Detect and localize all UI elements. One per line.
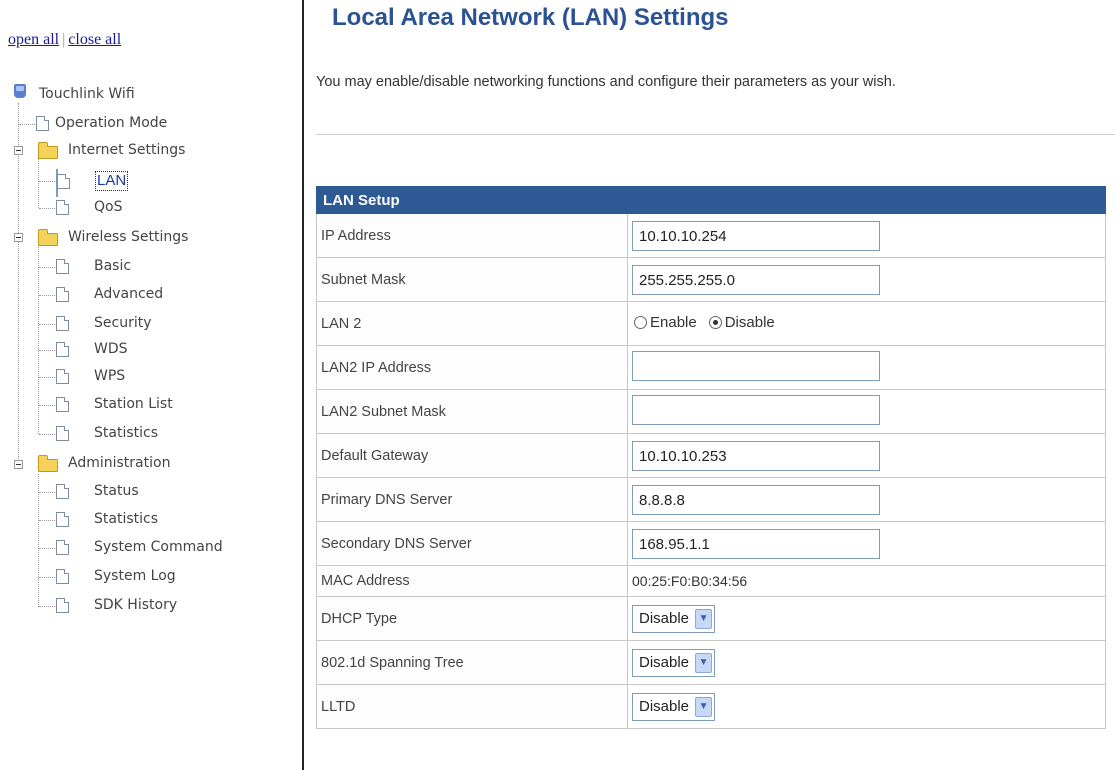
page-title: Local Area Network (LAN) Settings xyxy=(332,4,729,31)
page-icon xyxy=(56,287,69,302)
tree-line xyxy=(39,434,55,435)
lan2-radio-group: Enable Disable xyxy=(632,314,775,331)
tree-line xyxy=(38,474,39,607)
chevron-down-icon[interactable]: ▼ xyxy=(695,608,713,629)
page-icon xyxy=(56,484,69,499)
row-label: LAN2 IP Address xyxy=(316,345,628,390)
tree-line xyxy=(39,208,55,209)
table-row: LAN2 Subnet Mask xyxy=(316,389,1106,434)
row-label: DHCP Type xyxy=(316,596,628,641)
lan2-disable-radio[interactable] xyxy=(708,316,722,329)
mac-address-value: 00:25:F0:B0:34:56 xyxy=(632,572,748,589)
tree-line xyxy=(18,103,19,463)
tree-line xyxy=(39,405,55,406)
tree-line xyxy=(19,124,35,125)
row-label: Secondary DNS Server xyxy=(316,521,628,566)
tree-line xyxy=(39,577,55,578)
tree-separator: | xyxy=(62,31,66,48)
collapse-icon[interactable] xyxy=(14,460,23,469)
table-row: MAC Address 00:25:F0:B0:34:56 xyxy=(316,565,1106,597)
table-row: Primary DNS Server 8.8.8.8 xyxy=(316,477,1106,522)
row-label: LAN2 Subnet Mask xyxy=(316,389,628,434)
tree-line xyxy=(38,158,39,208)
tree-controls: open all | close all xyxy=(8,31,121,49)
default-gateway-input[interactable]: 10.10.10.253 xyxy=(632,440,880,471)
table-row: LAN 2 Enable Disable xyxy=(316,301,1106,346)
page-description: You may enable/disable networking functi… xyxy=(316,74,896,90)
table-row: LAN2 IP Address xyxy=(316,345,1106,390)
close-all-link[interactable]: close all xyxy=(68,31,121,48)
row-label: LAN 2 xyxy=(316,301,628,346)
lan-setup-table: LAN Setup IP Address 10.10.10.254 Subnet… xyxy=(316,186,1106,729)
secondary-dns-input[interactable]: 168.95.1.1 xyxy=(632,528,880,559)
chevron-down-icon[interactable]: ▼ xyxy=(695,652,713,673)
primary-dns-input[interactable]: 8.8.8.8 xyxy=(632,484,880,515)
dhcp-type-select[interactable]: Disable ▼ xyxy=(632,604,716,633)
row-label: Primary DNS Server xyxy=(316,477,628,522)
collapse-icon[interactable] xyxy=(14,146,23,155)
lltd-select[interactable]: Disable ▼ xyxy=(632,692,716,721)
page-icon xyxy=(56,316,69,331)
page-icon xyxy=(56,426,69,441)
main-content: Local Area Network (LAN) Settings You ma… xyxy=(302,0,1115,770)
page-icon xyxy=(56,342,69,357)
tree-line xyxy=(39,295,55,296)
row-label: LLTD xyxy=(316,684,628,729)
table-header: LAN Setup xyxy=(316,186,1106,214)
row-label: MAC Address xyxy=(316,565,628,597)
folder-icon xyxy=(38,142,58,159)
table-row: DHCP Type Disable ▼ xyxy=(316,596,1106,641)
divider xyxy=(316,134,1115,135)
table-row: 802.1d Spanning Tree Disable ▼ xyxy=(316,640,1106,685)
table-row: IP Address 10.10.10.254 xyxy=(316,213,1106,258)
tree-line xyxy=(39,350,55,351)
page-icon xyxy=(56,540,69,555)
table-row: Subnet Mask 255.255.255.0 xyxy=(316,257,1106,302)
open-all-link[interactable]: open all xyxy=(8,31,59,48)
page-icon xyxy=(56,397,69,412)
table-row: Secondary DNS Server 168.95.1.1 xyxy=(316,521,1106,566)
lan2-ip-input[interactable] xyxy=(632,350,880,381)
folder-icon xyxy=(38,229,58,246)
tree-line xyxy=(39,324,55,325)
tree-line xyxy=(39,267,55,268)
tree-line xyxy=(39,606,55,607)
folder-icon xyxy=(38,455,58,472)
table-row: Default Gateway 10.10.10.253 xyxy=(316,433,1106,478)
lan2-enable-radio[interactable] xyxy=(634,316,647,329)
page-icon xyxy=(56,598,69,613)
table-row: LLTD Disable ▼ xyxy=(316,684,1106,729)
page-icon xyxy=(57,174,70,189)
row-label: Subnet Mask xyxy=(316,257,628,302)
row-label: IP Address xyxy=(316,213,628,258)
tree-item-lan[interactable]: LAN xyxy=(56,169,129,197)
radio-label: Enable xyxy=(650,314,697,331)
router-icon xyxy=(14,84,26,98)
tree-line xyxy=(39,548,55,549)
tree-line xyxy=(39,377,55,378)
page-icon xyxy=(56,369,69,384)
page-icon xyxy=(56,512,69,527)
row-label: Default Gateway xyxy=(316,433,628,478)
page-icon xyxy=(36,116,49,131)
subnet-mask-input[interactable]: 255.255.255.0 xyxy=(632,264,880,295)
page-icon xyxy=(56,569,69,584)
chevron-down-icon[interactable]: ▼ xyxy=(695,696,713,717)
page-icon xyxy=(56,200,69,215)
navigation-tree: open all | close all Touchlink Wifi Operat… xyxy=(8,31,223,613)
ip-address-input[interactable]: 10.10.10.254 xyxy=(632,220,880,251)
radio-label: Disable xyxy=(724,314,775,331)
collapse-icon[interactable] xyxy=(14,233,23,242)
spanning-tree-select[interactable]: Disable ▼ xyxy=(632,648,716,677)
row-label: 802.1d Spanning Tree xyxy=(316,640,628,685)
tree-line xyxy=(39,492,55,493)
tree-line xyxy=(39,181,55,182)
page-icon xyxy=(56,259,69,274)
lan2-subnet-mask-input[interactable] xyxy=(632,394,880,425)
tree-line xyxy=(39,520,55,521)
